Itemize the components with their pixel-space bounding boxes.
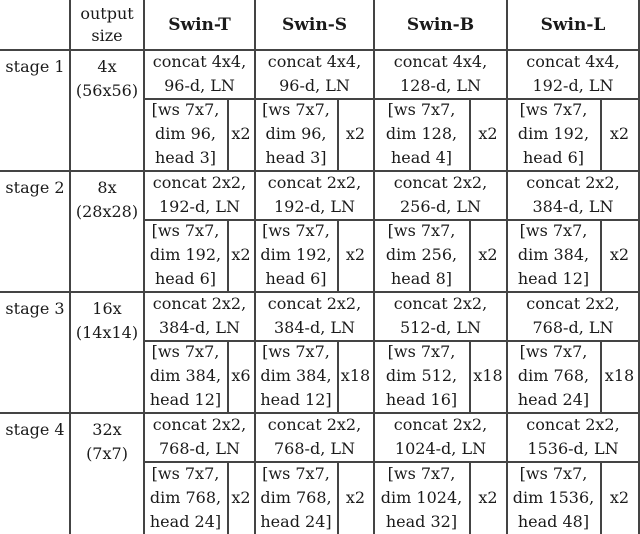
block-repeat-cell: x2	[231, 245, 251, 264]
repeat-divider	[600, 461, 602, 534]
patch-merge-cell: concat 2x2, 384-d, LN	[267, 293, 362, 337]
block-repeat-cell: x2	[478, 245, 498, 264]
patch-merge-cell: concat 4x4, 96-d, LN	[152, 51, 247, 95]
block-repeat-cell: x2	[609, 487, 630, 507]
repeat-divider	[337, 461, 339, 534]
header-model-swin-b: Swin-B	[406, 14, 475, 35]
block-config-cell: [ws 7x7, dim 192, head 6]	[517, 100, 590, 167]
patch-merge-cell: concat 4x4, 128-d, LN	[393, 51, 488, 95]
header-model-swin-s: Swin-S	[281, 14, 348, 35]
block-config-cell: [ws 7x7, dim 768, head 24]	[149, 463, 222, 531]
block-repeat-cell: x6	[231, 366, 251, 385]
patch-merge-cell: concat 2x2, 192-d, LN	[152, 172, 247, 216]
block-config-cell: [ws 7x7, dim 1536, head 48]	[512, 463, 595, 531]
repeat-divider	[337, 98, 339, 170]
block-config-cell: [ws 7x7, dim 384, head 12]	[260, 342, 332, 409]
column-divider	[254, 0, 256, 534]
stage-label: stage 1	[5, 57, 65, 76]
block-config-cell: [ws 7x7, dim 96, head 3]	[151, 100, 220, 167]
patch-merge-cell: concat 2x2, 1024-d, LN	[393, 414, 488, 458]
column-divider	[69, 0, 71, 534]
stage-divider	[0, 49, 640, 51]
block-repeat-cell: x2	[345, 124, 366, 143]
repeat-divider	[227, 461, 229, 534]
patch-merge-cell: concat 2x2, 384-d, LN	[152, 293, 247, 337]
patch-merge-cell: concat 4x4, 96-d, LN	[267, 51, 362, 95]
header-output-size: output size	[80, 3, 134, 45]
stage-output-size: 8x (28x28)	[75, 178, 139, 221]
block-config-cell: [ws 7x7, dim 384, head 12]	[149, 342, 222, 409]
block-repeat-cell: x2	[478, 124, 498, 143]
repeat-divider	[469, 461, 471, 534]
block-repeat-cell: x18	[340, 366, 371, 385]
column-divider	[506, 0, 508, 534]
block-repeat-cell: x2	[345, 487, 366, 507]
merge-divider	[144, 340, 640, 342]
patch-merge-cell: concat 4x4, 192-d, LN	[526, 51, 620, 95]
repeat-divider	[600, 219, 602, 291]
stage-label: stage 2	[5, 178, 65, 197]
repeat-divider	[469, 340, 471, 412]
stage-output-size: 16x (14x14)	[75, 299, 139, 342]
patch-merge-cell: concat 2x2, 1536-d, LN	[526, 414, 620, 458]
patch-merge-cell: concat 2x2, 512-d, LN	[393, 293, 488, 337]
block-repeat-cell: x2	[609, 124, 630, 143]
repeat-divider	[469, 98, 471, 170]
block-config-cell: [ws 7x7, dim 256, head 8]	[385, 221, 458, 288]
patch-merge-cell: concat 2x2, 256-d, LN	[393, 172, 488, 216]
swin-architecture-table: output size Swin-T Swin-S Swin-B Swin-L stage…	[0, 0, 640, 534]
repeat-divider	[600, 340, 602, 412]
block-repeat-cell: x18	[473, 366, 503, 385]
block-config-cell: [ws 7x7, dim 512, head 16]	[385, 342, 458, 409]
repeat-divider	[469, 219, 471, 291]
repeat-divider	[337, 340, 339, 412]
patch-merge-cell: concat 2x2, 768-d, LN	[152, 414, 247, 458]
block-repeat-cell: x18	[604, 366, 635, 385]
merge-divider	[144, 219, 640, 221]
block-repeat-cell: x2	[609, 245, 630, 264]
block-config-cell: [ws 7x7, dim 128, head 4]	[385, 100, 458, 167]
block-config-cell: [ws 7x7, dim 1024, head 32]	[380, 463, 463, 531]
merge-divider	[144, 98, 640, 100]
stage-divider	[0, 291, 640, 293]
block-config-cell: [ws 7x7, dim 96, head 3]	[262, 100, 330, 167]
block-config-cell: [ws 7x7, dim 192, head 6]	[149, 221, 222, 288]
header-model-swin-t: Swin-T	[168, 14, 231, 35]
patch-merge-cell: concat 2x2, 192-d, LN	[267, 172, 362, 216]
column-divider	[143, 0, 145, 534]
repeat-divider	[227, 219, 229, 291]
stage-output-size: 4x (56x56)	[75, 57, 139, 100]
block-repeat-cell: x2	[345, 245, 366, 264]
patch-merge-cell: concat 2x2, 768-d, LN	[526, 293, 620, 337]
block-repeat-cell: x2	[478, 487, 498, 507]
repeat-divider	[227, 98, 229, 170]
block-config-cell: [ws 7x7, dim 384, head 12]	[517, 221, 590, 288]
block-config-cell: [ws 7x7, dim 192, head 6]	[260, 221, 332, 288]
block-repeat-cell: x2	[231, 487, 251, 507]
stage-divider	[0, 170, 640, 172]
stage-divider	[0, 412, 640, 414]
repeat-divider	[337, 219, 339, 291]
merge-divider	[144, 461, 640, 463]
stage-label: stage 3	[5, 299, 65, 318]
block-repeat-cell: x2	[231, 124, 251, 143]
column-divider	[373, 0, 375, 534]
patch-merge-cell: concat 2x2, 768-d, LN	[267, 414, 362, 458]
stage-label: stage 4	[5, 420, 65, 439]
repeat-divider	[227, 340, 229, 412]
stage-output-size: 32x (7x7)	[86, 420, 128, 463]
block-config-cell: [ws 7x7, dim 768, head 24]	[260, 463, 332, 531]
patch-merge-cell: concat 2x2, 384-d, LN	[526, 172, 620, 216]
block-config-cell: [ws 7x7, dim 768, head 24]	[517, 342, 590, 409]
header-model-swin-l: Swin-L	[540, 14, 606, 35]
repeat-divider	[600, 98, 602, 170]
